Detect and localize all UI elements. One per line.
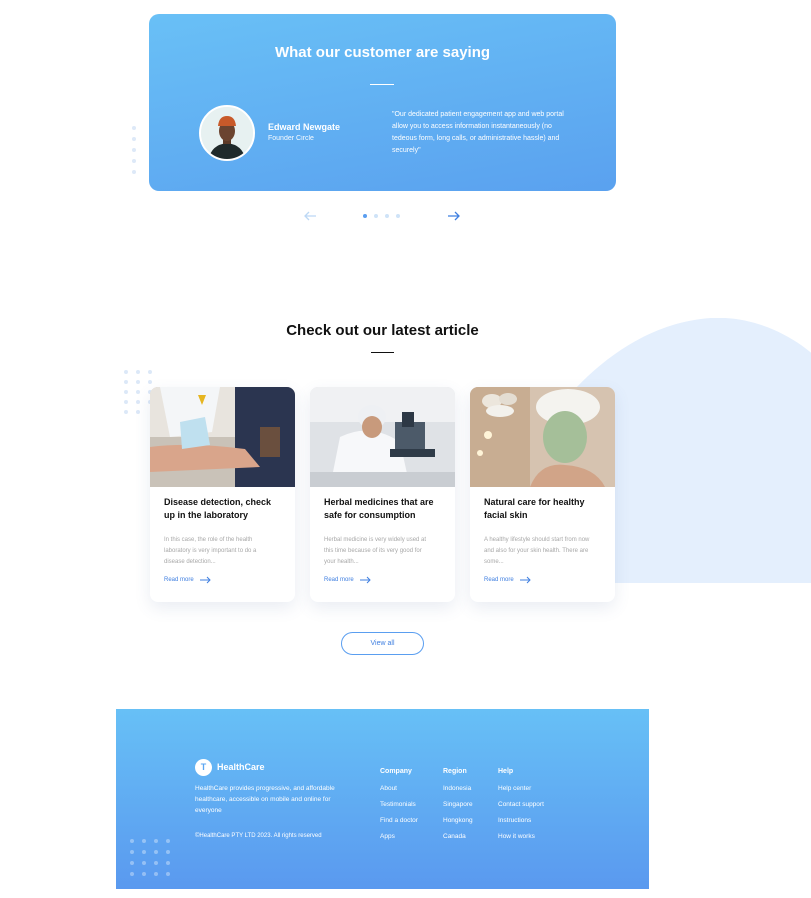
article-card[interactable]: Disease detection, check up in the labor… bbox=[150, 387, 295, 602]
view-all-button[interactable]: View all bbox=[341, 632, 424, 655]
decorative-dot-grid bbox=[130, 839, 170, 876]
article-excerpt: In this case, the role of the health lab… bbox=[164, 537, 257, 565]
footer-link[interactable]: Contact support bbox=[498, 800, 544, 809]
pagination-dot[interactable] bbox=[385, 214, 389, 218]
footer-column-help: Help Help center Contact support Instruc… bbox=[498, 768, 544, 848]
footer-column-heading: Region bbox=[443, 768, 467, 775]
pagination-dot[interactable] bbox=[363, 214, 367, 218]
article-excerpt: A healthy lifestyle should start from no… bbox=[484, 537, 590, 565]
footer-column-heading: Company bbox=[380, 768, 412, 775]
footer-column-heading: Help bbox=[498, 768, 514, 775]
heading-divider bbox=[371, 352, 394, 353]
article-title: Natural care for healthy facial skin bbox=[484, 497, 585, 520]
testimonial-heading: What our customer are saying bbox=[274, 44, 491, 61]
testimonial-card: What our customer are saying Edward Newg… bbox=[149, 14, 616, 191]
read-more-label: Read more bbox=[484, 577, 514, 583]
arrow-right-icon bbox=[199, 576, 211, 584]
pagination-dot[interactable] bbox=[374, 214, 378, 218]
footer-link[interactable]: About bbox=[380, 784, 418, 793]
article-excerpt: Herbal medicine is very widely used at t… bbox=[324, 537, 427, 565]
article-card[interactable]: Herbal medicines that are safe for consu… bbox=[310, 387, 455, 602]
brand-description: HealthCare provides progressive, and aff… bbox=[195, 785, 335, 814]
footer-link[interactable]: Instructions bbox=[498, 816, 544, 825]
customer-role: Founder Circle bbox=[268, 135, 314, 142]
arrow-right-icon bbox=[359, 576, 371, 584]
footer-link[interactable]: Singapore bbox=[443, 800, 473, 809]
footer-link[interactable]: Apps bbox=[380, 832, 418, 841]
read-more-link[interactable]: Read more bbox=[164, 576, 211, 584]
footer-link[interactable]: Find a doctor bbox=[380, 816, 418, 825]
footer: T HealthCare HealthCare provides progres… bbox=[116, 709, 649, 889]
read-more-label: Read more bbox=[324, 577, 354, 583]
lab-checkup-image bbox=[150, 387, 295, 487]
person-portrait-icon bbox=[201, 107, 253, 159]
next-button[interactable] bbox=[447, 208, 465, 224]
brand-logo-icon: T bbox=[195, 759, 212, 776]
copyright: ©HealthCare PTY LTD 2023. All rights res… bbox=[195, 833, 322, 839]
footer-link[interactable]: Help center bbox=[498, 784, 544, 793]
avatar bbox=[199, 105, 255, 161]
footer-column-region: Region Indonesia Singapore Hongkong Cana… bbox=[443, 768, 473, 848]
read-more-label: Read more bbox=[164, 577, 194, 583]
footer-link[interactable]: How it works bbox=[498, 832, 544, 841]
prev-button[interactable] bbox=[303, 208, 321, 224]
read-more-link[interactable]: Read more bbox=[324, 576, 371, 584]
article-title: Herbal medicines that are safe for consu… bbox=[324, 497, 434, 520]
facial-care-image bbox=[470, 387, 615, 487]
articles-heading: Check out our latest article bbox=[286, 322, 479, 339]
testimonial-slider-nav bbox=[300, 208, 465, 224]
article-card[interactable]: Natural care for healthy facial skin A h… bbox=[470, 387, 615, 602]
decorative-dot-grid bbox=[124, 370, 152, 414]
arrow-right-icon bbox=[519, 576, 531, 584]
brand-name: HealthCare bbox=[217, 762, 265, 772]
arrow-right-icon bbox=[448, 211, 460, 221]
customer-name: Edward Newgate bbox=[268, 122, 341, 132]
footer-link[interactable]: Testimonials bbox=[380, 800, 418, 809]
heading-divider bbox=[370, 84, 394, 85]
slider-pagination bbox=[363, 214, 400, 218]
footer-column-company: Company About Testimonials Find a doctor… bbox=[380, 768, 418, 848]
pagination-dot[interactable] bbox=[396, 214, 400, 218]
footer-link[interactable]: Indonesia bbox=[443, 784, 473, 793]
footer-link[interactable]: Hongkong bbox=[443, 816, 473, 825]
decorative-dot-grid bbox=[132, 126, 136, 174]
herbal-lab-image bbox=[310, 387, 455, 487]
testimonial-quote: "Our dedicated patient engagement app an… bbox=[392, 111, 564, 154]
arrow-left-icon bbox=[304, 211, 316, 221]
read-more-link[interactable]: Read more bbox=[484, 576, 531, 584]
footer-link[interactable]: Canada bbox=[443, 832, 473, 841]
article-title: Disease detection, check up in the labor… bbox=[164, 497, 272, 520]
